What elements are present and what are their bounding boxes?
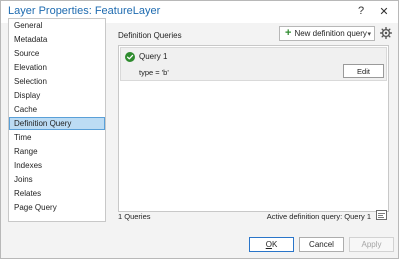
sidebar-item-relates[interactable]: Relates <box>9 187 105 200</box>
edit-query-button[interactable]: Edit <box>343 64 384 78</box>
sidebar-item-joins[interactable]: Joins <box>9 173 105 186</box>
definition-query-panel: Definition Queries + New definition quer… <box>113 24 393 224</box>
layer-properties-dialog: Layer Properties: FeatureLayer ? ✕ Gener… <box>0 0 399 259</box>
check-circle-icon <box>125 52 135 62</box>
active-definition-query-label: Active definition query: Query 1 <box>266 212 371 221</box>
gear-icon[interactable] <box>380 27 392 39</box>
sidebar-item-general[interactable]: General <box>9 19 105 32</box>
sidebar-item-range[interactable]: Range <box>9 145 105 158</box>
ok-label: K <box>271 240 278 249</box>
help-icon: ? <box>357 5 365 17</box>
sql-icon[interactable] <box>376 210 387 220</box>
ok-button[interactable]: OK <box>249 237 294 252</box>
apply-button[interactable]: Apply <box>349 237 394 252</box>
cancel-button[interactable]: Cancel <box>299 237 344 252</box>
sidebar-item-display[interactable]: Display <box>9 89 105 102</box>
section-label: Definition Queries <box>118 31 182 40</box>
sidebar-item-elevation[interactable]: Elevation <box>9 61 105 74</box>
new-definition-query-label: New definition query <box>294 29 367 38</box>
window-title: Layer Properties: FeatureLayer <box>8 5 161 17</box>
sidebar-item-selection[interactable]: Selection <box>9 75 105 88</box>
query-list: Query 1 type = 'b' Edit <box>118 45 389 212</box>
close-icon: ✕ <box>379 5 389 18</box>
sidebar-item-page-query[interactable]: Page Query <box>9 201 105 214</box>
sidebar-item-time[interactable]: Time <box>9 131 105 144</box>
help-button[interactable]: ? <box>354 4 368 18</box>
new-definition-query-button[interactable]: + New definition query ▾ <box>279 26 375 41</box>
query-card[interactable]: Query 1 type = 'b' Edit <box>120 47 387 81</box>
sidebar-item-cache[interactable]: Cache <box>9 103 105 116</box>
sidebar-item-source[interactable]: Source <box>9 47 105 60</box>
sidebar-nav: General Metadata Source Elevation Select… <box>8 18 106 222</box>
close-button[interactable]: ✕ <box>377 4 391 18</box>
query-expression: type = 'b' <box>139 68 169 77</box>
query-name: Query 1 <box>139 52 168 61</box>
chevron-down-icon[interactable]: ▾ <box>367 30 371 38</box>
sidebar-item-metadata[interactable]: Metadata <box>9 33 105 46</box>
sidebar-item-definition-query[interactable]: Definition Query <box>9 117 105 130</box>
query-count: 1 Queries <box>118 212 151 221</box>
plus-icon: + <box>285 27 292 39</box>
sidebar-item-indexes[interactable]: Indexes <box>9 159 105 172</box>
